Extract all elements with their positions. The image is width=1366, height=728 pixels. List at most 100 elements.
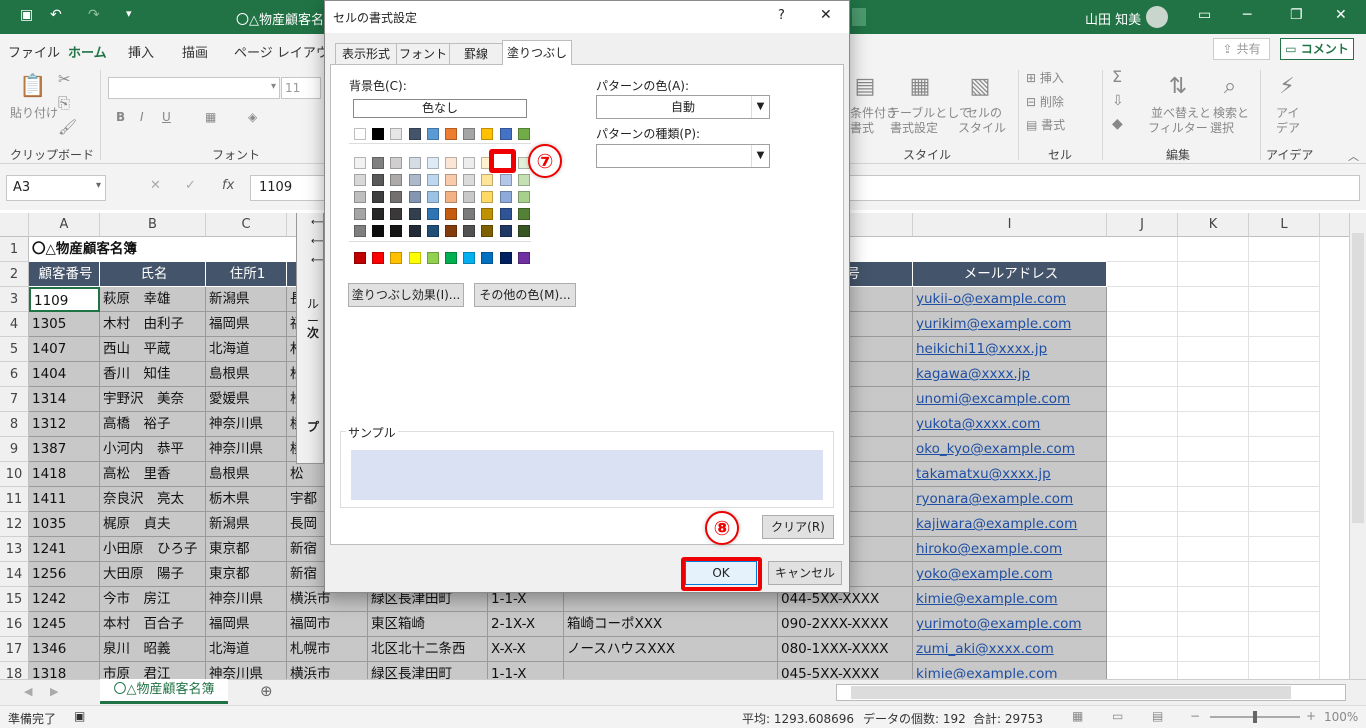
tab-file[interactable]: ファイル	[8, 42, 60, 61]
page-break-view-icon[interactable]: ▤	[1152, 709, 1163, 723]
empty-cell[interactable]	[1107, 437, 1178, 462]
column-header[interactable]: K	[1178, 213, 1249, 237]
row-header[interactable]: 13	[0, 537, 29, 562]
sheet-title[interactable]: 〇△物産顧客名簿	[29, 237, 289, 262]
empty-cell[interactable]	[1249, 612, 1320, 637]
table-cell[interactable]: kimie@example.com	[913, 662, 1107, 679]
table-cell[interactable]: 1242	[29, 587, 100, 612]
window-close-icon[interactable]: ✕	[1335, 7, 1347, 23]
table-cell[interactable]: 市原 君江	[100, 662, 206, 679]
theme-tint-swatch[interactable]	[517, 191, 530, 203]
empty-cell[interactable]	[1249, 437, 1320, 462]
zoom-slider-thumb[interactable]	[1253, 711, 1257, 723]
standard-color-swatch[interactable]	[408, 252, 421, 264]
theme-tint-swatch[interactable]	[445, 191, 457, 203]
theme-color-swatch[interactable]	[463, 128, 476, 140]
table-cell[interactable]: 1305	[29, 312, 100, 337]
empty-cell[interactable]	[1249, 412, 1320, 437]
theme-color-swatch[interactable]	[517, 128, 530, 140]
table-cell[interactable]: 木村 由利子	[100, 312, 206, 337]
theme-tint-swatch[interactable]	[481, 225, 494, 237]
theme-tint-swatch[interactable]	[445, 225, 457, 237]
restore-icon[interactable]: ❐	[1290, 7, 1303, 23]
empty-cell[interactable]	[1178, 362, 1249, 387]
theme-tint-swatch[interactable]	[481, 191, 494, 203]
chevron-down-icon[interactable]: ▾	[96, 180, 101, 191]
theme-color-swatch[interactable]	[426, 128, 439, 140]
format-cells-button[interactable]: ▤ 書式	[1026, 118, 1065, 133]
empty-cell[interactable]	[1107, 562, 1178, 587]
theme-tint-swatch[interactable]	[390, 191, 403, 203]
cut-icon[interactable]: ✂	[58, 72, 71, 87]
table-cell[interactable]: 神奈川県	[206, 662, 287, 679]
table-cell[interactable]: yurimoto@example.com	[913, 612, 1107, 637]
confirm-entry-icon[interactable]: ✓	[185, 178, 196, 193]
theme-tint-swatch[interactable]	[463, 191, 476, 203]
theme-tint-swatch[interactable]	[481, 174, 494, 186]
table-cell[interactable]: 札幌市	[287, 637, 368, 662]
page-layout-view-icon[interactable]: ▭	[1112, 709, 1123, 723]
table-cell[interactable]: oko_kyo@example.com	[913, 437, 1107, 462]
empty-cell[interactable]	[1249, 262, 1320, 287]
vertical-scrollbar[interactable]	[1349, 213, 1366, 679]
table-cell[interactable]: 神奈川県	[206, 437, 287, 462]
table-cell[interactable]: 箱崎コーポXXX	[564, 612, 778, 637]
standard-color-swatch[interactable]	[426, 252, 439, 264]
table-cell[interactable]: 1-1-X	[488, 662, 564, 679]
name-box[interactable]: A3 ▾	[6, 175, 106, 201]
column-header[interactable]: C	[206, 213, 287, 237]
theme-tint-swatch[interactable]	[372, 225, 385, 237]
theme-tint-swatch[interactable]	[408, 225, 421, 237]
table-cell[interactable]: 1312	[29, 412, 100, 437]
column-header[interactable]: A	[29, 213, 100, 237]
table-cell[interactable]: 栃木県	[206, 487, 287, 512]
pattern-color-select[interactable]: 自動 ▼	[596, 95, 770, 119]
insert-cells-button[interactable]: ⊞ 挿入	[1026, 71, 1064, 86]
theme-tint-swatch[interactable]	[499, 191, 512, 203]
standard-color-swatch[interactable]	[354, 252, 366, 264]
table-cell[interactable]: 1404	[29, 362, 100, 387]
theme-color-swatch[interactable]	[445, 128, 457, 140]
empty-cell[interactable]	[1249, 662, 1320, 679]
theme-tint-swatch[interactable]	[426, 225, 439, 237]
row-header[interactable]: 9	[0, 437, 29, 462]
empty-cell[interactable]	[1249, 237, 1320, 262]
theme-tint-swatch[interactable]	[372, 174, 385, 186]
scrollbar-thumb[interactable]	[1352, 233, 1364, 523]
normal-view-icon[interactable]: ▦	[1072, 709, 1083, 723]
table-cell[interactable]: zumi_aki@xxxx.com	[913, 637, 1107, 662]
column-header[interactable]: J	[1107, 213, 1178, 237]
empty-cell[interactable]	[1178, 462, 1249, 487]
comment-button[interactable]: ▭ コメント	[1280, 38, 1354, 60]
table-cell[interactable]: 梶原 貞夫	[100, 512, 206, 537]
theme-tint-swatch[interactable]	[408, 174, 421, 186]
select-all-corner[interactable]	[0, 213, 29, 237]
underline-icon[interactable]: U	[162, 110, 171, 125]
table-cell[interactable]: 045-5XX-XXXX	[778, 662, 913, 679]
empty-cell[interactable]	[1249, 587, 1320, 612]
empty-cell[interactable]	[1178, 312, 1249, 337]
header-cell[interactable]: 住所1	[206, 262, 287, 287]
empty-cell[interactable]	[1107, 387, 1178, 412]
prev-sheet-icon[interactable]: ◀	[24, 685, 32, 698]
table-cell[interactable]: kagawa@xxxx.jp	[913, 362, 1107, 387]
fill-color-icon[interactable]: ◈	[248, 110, 257, 125]
fill-icon[interactable]: ⇩	[1112, 94, 1124, 109]
zoom-out-icon[interactable]: −	[1190, 709, 1200, 723]
theme-tint-swatch[interactable]	[426, 208, 439, 220]
theme-tint-swatch[interactable]	[408, 157, 421, 169]
table-cell[interactable]: 福岡市	[287, 612, 368, 637]
table-cell[interactable]: 新潟県	[206, 512, 287, 537]
zoom-level[interactable]: 100%	[1324, 710, 1358, 724]
font-name-select[interactable]: ▾	[108, 77, 280, 99]
font-size-select[interactable]: 11	[281, 77, 321, 99]
table-cell[interactable]: 1035	[29, 512, 100, 537]
theme-tint-swatch[interactable]	[517, 225, 530, 237]
theme-tint-swatch[interactable]	[463, 225, 476, 237]
table-cell[interactable]: 1387	[29, 437, 100, 462]
row-header[interactable]: 1	[0, 237, 29, 262]
table-cell[interactable]: 1346	[29, 637, 100, 662]
table-cell[interactable]: 1241	[29, 537, 100, 562]
theme-tint-swatch[interactable]	[463, 157, 476, 169]
sort-filter-icon[interactable]: ⇅	[1163, 72, 1193, 102]
